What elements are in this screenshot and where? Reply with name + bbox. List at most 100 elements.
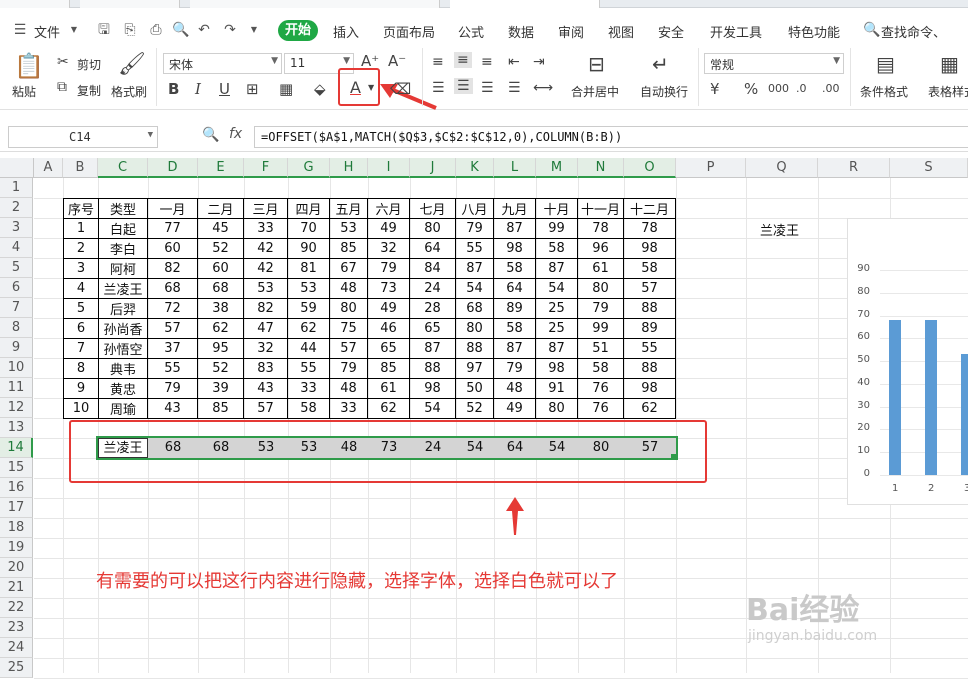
paste-button[interactable]: 粘贴 <box>12 83 36 100</box>
table-cell[interactable]: 3 <box>63 258 99 279</box>
table-cell[interactable]: 95 <box>197 338 244 359</box>
quick-access-more-icon[interactable]: ▼ <box>246 22 262 38</box>
format-painter-icon[interactable]: 🖌 <box>118 52 146 77</box>
table-cell[interactable]: 60 <box>147 238 198 259</box>
table-cell[interactable]: 88 <box>455 338 494 359</box>
table-cell[interactable]: 62 <box>623 398 676 419</box>
fill-color-icon[interactable]: ⬙ <box>314 80 326 98</box>
column-header-d[interactable]: D <box>148 158 198 178</box>
table-cell[interactable]: 58 <box>493 258 536 279</box>
table-cell[interactable]: 78 <box>577 218 624 239</box>
table-cell[interactable]: 97 <box>455 358 494 379</box>
table-cell[interactable]: 52 <box>197 238 244 259</box>
formula-input[interactable]: =OFFSET($A$1,MATCH($Q$3,$C$2:$C$12,0),CO… <box>254 126 968 148</box>
table-cell[interactable]: 70 <box>287 218 330 239</box>
print-icon[interactable]: ⎙ <box>148 22 164 38</box>
table-cell[interactable]: 48 <box>329 278 368 299</box>
cell-q3-lookup-name[interactable]: 兰凌王 <box>760 220 799 239</box>
row-header-25[interactable]: 25 <box>0 658 33 678</box>
row-header-18[interactable]: 18 <box>0 518 33 538</box>
chart-bar[interactable] <box>961 354 968 475</box>
table-cell[interactable]: 42 <box>243 238 288 259</box>
row-header-4[interactable]: 4 <box>0 238 33 258</box>
menu-view[interactable]: 视图 <box>608 22 634 41</box>
column-header-o[interactable]: O <box>624 158 676 178</box>
table-cell[interactable]: 55 <box>623 338 676 359</box>
tab-document[interactable] <box>190 0 440 8</box>
table-cell[interactable]: 98 <box>409 378 456 399</box>
table-cell[interactable]: 96 <box>577 238 624 259</box>
header-cell[interactable]: 序号 <box>63 198 99 219</box>
table-cell[interactable]: 39 <box>197 378 244 399</box>
header-cell[interactable]: 三月 <box>243 198 288 219</box>
table-cell[interactable]: 57 <box>147 318 198 339</box>
fill-handle[interactable] <box>671 454 677 460</box>
conditional-format-button[interactable]: 条件格式 <box>860 83 908 100</box>
align-center-icon[interactable]: ☰ <box>454 78 473 94</box>
currency-icon[interactable]: ¥ <box>710 80 720 98</box>
table-cell[interactable]: 白起 <box>98 218 148 239</box>
table-cell[interactable]: 78 <box>623 218 676 239</box>
table-style-button[interactable]: 表格样式 <box>928 83 968 100</box>
row-header-3[interactable]: 3 <box>0 218 33 238</box>
table-cell[interactable]: 62 <box>197 318 244 339</box>
table-cell[interactable]: 98 <box>623 378 676 399</box>
table-cell[interactable]: 79 <box>147 378 198 399</box>
header-cell[interactable]: 九月 <box>493 198 536 219</box>
table-cell[interactable]: 25 <box>535 318 578 339</box>
column-header-f[interactable]: F <box>244 158 288 178</box>
menu-data[interactable]: 数据 <box>508 22 534 41</box>
table-cell[interactable]: 49 <box>367 218 410 239</box>
table-cell[interactable]: 24 <box>409 278 456 299</box>
conditional-format-icon[interactable]: ▤ <box>876 52 895 76</box>
menu-special[interactable]: 特色功能 <box>788 22 840 41</box>
table-cell[interactable]: 99 <box>535 218 578 239</box>
row-header-9[interactable]: 9 <box>0 338 33 358</box>
table-cell[interactable]: 32 <box>367 238 410 259</box>
table-cell[interactable]: 42 <box>243 258 288 279</box>
menu-developer[interactable]: 开发工具 <box>710 22 762 41</box>
column-header-l[interactable]: L <box>494 158 536 178</box>
table-cell[interactable]: 76 <box>577 378 624 399</box>
table-cell[interactable]: 65 <box>409 318 456 339</box>
menu-review[interactable]: 审阅 <box>558 22 584 41</box>
table-cell[interactable]: 87 <box>455 258 494 279</box>
table-cell[interactable]: 57 <box>243 398 288 419</box>
table-cell[interactable]: 60 <box>197 258 244 279</box>
table-cell[interactable]: 68 <box>147 278 198 299</box>
table-cell[interactable]: 98 <box>493 238 536 259</box>
header-cell[interactable]: 八月 <box>455 198 494 219</box>
column-header-m[interactable]: M <box>536 158 578 178</box>
table-cell[interactable]: 68 <box>197 278 244 299</box>
header-cell[interactable]: 六月 <box>367 198 410 219</box>
column-header-i[interactable]: I <box>368 158 410 178</box>
table-cell[interactable]: 87 <box>409 338 456 359</box>
indent-decrease-icon[interactable]: ⇤ <box>508 54 520 70</box>
table-cell[interactable]: 53 <box>243 278 288 299</box>
table-cell[interactable]: 49 <box>493 398 536 419</box>
table-cell[interactable]: 5 <box>63 298 99 319</box>
merge-center-button[interactable]: 合并居中 <box>571 83 619 100</box>
table-cell[interactable]: 李白 <box>98 238 148 259</box>
table-cell[interactable]: 80 <box>329 298 368 319</box>
table-cell[interactable]: 89 <box>493 298 536 319</box>
row-header-17[interactable]: 17 <box>0 498 33 518</box>
table-cell[interactable]: 49 <box>367 298 410 319</box>
menu-start[interactable]: 开始 <box>278 20 318 41</box>
column-header-s[interactable]: S <box>890 158 968 178</box>
table-cell[interactable]: 75 <box>329 318 368 339</box>
table-cell[interactable]: 53 <box>329 218 368 239</box>
header-cell[interactable]: 类型 <box>98 198 148 219</box>
cut-button[interactable]: 剪切 <box>77 56 101 73</box>
table-cell[interactable]: 90 <box>287 238 330 259</box>
search-command-input[interactable]: 查找命令、 <box>881 22 946 41</box>
header-cell[interactable]: 十二月 <box>623 198 676 219</box>
table-cell[interactable]: 45 <box>197 218 244 239</box>
table-cell[interactable]: 55 <box>455 238 494 259</box>
table-cell[interactable]: 53 <box>287 278 330 299</box>
column-header-b[interactable]: B <box>63 158 98 178</box>
row-header-16[interactable]: 16 <box>0 478 33 498</box>
column-header-k[interactable]: K <box>456 158 494 178</box>
table-cell[interactable]: 82 <box>243 298 288 319</box>
row-header-7[interactable]: 7 <box>0 298 33 318</box>
